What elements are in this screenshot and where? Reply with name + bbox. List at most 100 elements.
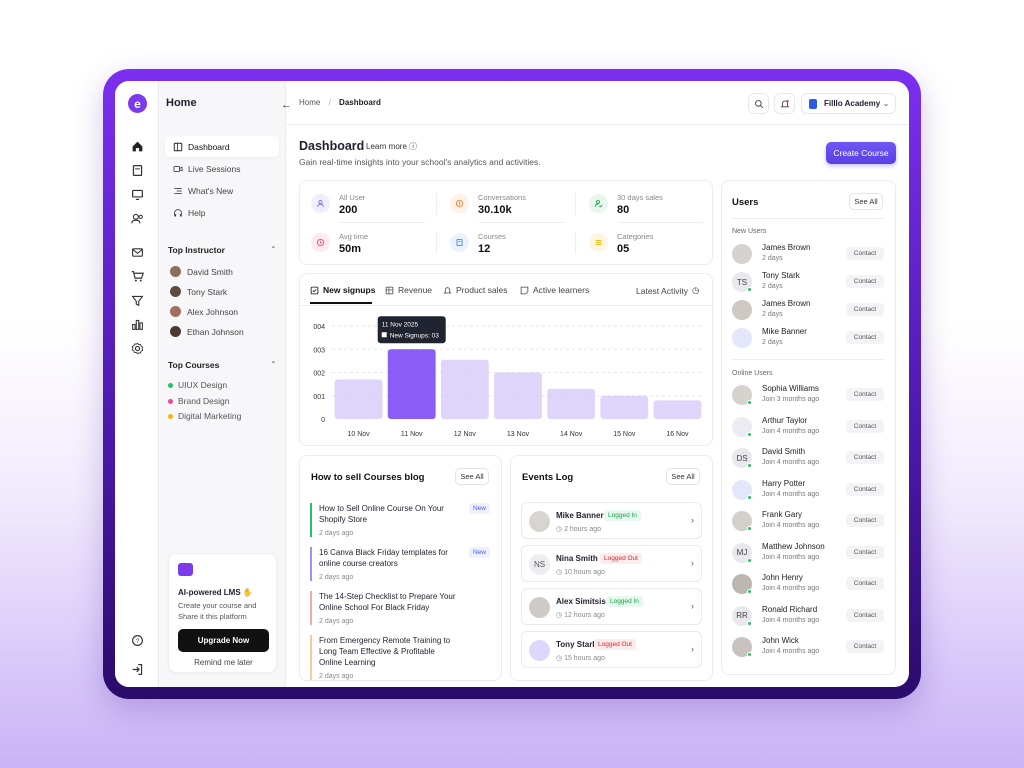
filter-icon[interactable] (129, 292, 145, 308)
chart-bar[interactable] (494, 372, 542, 420)
breadcrumb-home[interactable]: Home (299, 98, 320, 107)
user-check-icon (589, 194, 608, 213)
remind-later-link[interactable]: Remind me later (169, 658, 278, 667)
app-logo[interactable]: e (128, 94, 147, 113)
user-row[interactable]: John Wick Join 4 months ago Contact (732, 635, 884, 661)
contact-button[interactable]: Contact (846, 275, 884, 288)
user-name: John Wick (762, 636, 799, 645)
chart-tooltip: 11 Nov 2025 New Signups: 03 (377, 316, 446, 344)
user-row[interactable]: Arthur Taylor Join 4 months ago Contact (732, 415, 884, 441)
user-row[interactable]: James Brown 2 days Contact (732, 298, 884, 324)
mail-icon[interactable] (129, 244, 145, 260)
note-icon (520, 286, 529, 294)
users-icon[interactable] (129, 210, 145, 226)
chart-bar[interactable] (440, 359, 489, 419)
contact-button[interactable]: Contact (846, 331, 884, 344)
nav-item-live-sessions[interactable]: Live Sessions (165, 158, 279, 179)
event-item[interactable]: NS Nina Smith Logged Out ◷ 10 hours ago … (521, 545, 702, 582)
learn-more-link[interactable]: Learn more ⓘ (366, 141, 417, 152)
signups-chart-card: New signups Revenue Product sales Active… (299, 273, 713, 446)
nav-item-dashboard[interactable]: Dashboard (165, 136, 279, 157)
contact-button[interactable]: Contact (846, 514, 884, 527)
chart-bar[interactable] (600, 395, 649, 419)
event-item[interactable]: Mike Banner Logged In ◷ 2 hours ago › (521, 502, 702, 539)
event-item[interactable]: Tony Stark Logged Out ◷ 15 hours ago › (521, 631, 702, 668)
logout-icon[interactable] (129, 661, 145, 677)
user-row[interactable]: TS Tony Stark 2 days Contact (732, 270, 884, 296)
contact-button[interactable]: Contact (846, 247, 884, 260)
status-badge: Logged Out (600, 553, 642, 564)
bar-chart-icon[interactable] (129, 316, 145, 332)
chevron-right-icon: › (691, 558, 694, 568)
user-row[interactable]: MJ Matthew Johnson Join 4 months ago Contac… (732, 541, 884, 567)
chart-bar[interactable] (547, 388, 596, 419)
cart-icon[interactable] (129, 268, 145, 284)
instructor-name: Alex Johnson (187, 306, 239, 317)
nav-item-whats-new[interactable]: What's New (165, 180, 279, 201)
tab-new-signups[interactable]: New signups (310, 285, 375, 295)
book-icon (450, 233, 469, 252)
help-icon[interactable]: ? (129, 632, 145, 648)
contact-button[interactable]: Contact (846, 451, 884, 464)
instructor-item[interactable]: Ethan Johnson (170, 326, 244, 337)
contact-button[interactable]: Contact (846, 419, 884, 433)
chart-bar[interactable] (334, 379, 383, 419)
blog-see-all-button[interactable]: See All (455, 468, 489, 485)
create-course-button[interactable]: Create Course (826, 142, 896, 164)
contact-button[interactable]: Contact (846, 608, 884, 622)
tab-revenue[interactable]: Revenue (385, 285, 432, 295)
user-row[interactable]: John Henry Join 4 months ago Contact (732, 572, 884, 598)
nav-item-help[interactable]: Help (165, 202, 279, 223)
blog-post[interactable]: How to Sell Online Course On Your Shopif… (310, 503, 490, 537)
chevron-up-icon[interactable]: ⌃ (270, 360, 277, 369)
contact-button[interactable]: Contact (846, 482, 884, 496)
settings-icon[interactable] (129, 340, 145, 356)
blog-post-date: 2 days ago (319, 673, 354, 680)
user-subtext: Join 4 months ago (762, 427, 820, 435)
user-row[interactable]: James Brown 2 days Contact (732, 242, 884, 268)
user-row[interactable]: DS David Smith Join 4 months ago Contact (732, 446, 884, 472)
instructor-item[interactable]: Alex Johnson (170, 306, 238, 317)
blog-post[interactable]: From Emergency Remote Training to Long T… (310, 635, 490, 680)
user-subtext: Join 4 months ago (762, 553, 820, 561)
status-badge: Logged Out (594, 639, 636, 650)
contact-button[interactable]: Contact (846, 388, 884, 401)
monitor-icon[interactable] (129, 186, 145, 202)
event-item[interactable]: Alex Simitsis Logged In ◷ 12 hours ago › (521, 588, 702, 625)
events-title: Events Log (522, 472, 574, 483)
chart-bar[interactable] (387, 349, 436, 419)
user-row[interactable]: RR Ronald Richard Join 4 months ago Contact (732, 604, 884, 630)
chevron-up-icon[interactable]: ⌃ (270, 245, 277, 254)
user-row[interactable]: Sophia Williams Join 3 months ago Contact (732, 383, 884, 409)
notification-button[interactable] (774, 93, 795, 114)
search-button[interactable] (748, 93, 769, 114)
course-item[interactable]: UIUX Design (168, 380, 227, 390)
instructor-item[interactable]: Tony Stark (170, 286, 227, 297)
latest-activity-dropdown[interactable]: Latest Activity ◷ (636, 285, 699, 296)
contact-button[interactable]: Contact (846, 577, 884, 590)
events-see-all-button[interactable]: See All (666, 468, 700, 485)
user-name: Tony Stark (762, 271, 800, 280)
user-row[interactable]: Mike Banner 2 days Contact (732, 326, 884, 352)
instructor-item[interactable]: David Smith (170, 266, 233, 277)
users-see-all-button[interactable]: See All (849, 193, 883, 210)
course-item[interactable]: Digital Marketing (168, 411, 241, 421)
tab-label: Product sales (456, 285, 508, 295)
tab-product-sales[interactable]: Product sales (443, 285, 508, 295)
course-item[interactable]: Brand Design (168, 396, 230, 406)
upgrade-now-button[interactable]: Upgrade Now (178, 629, 269, 652)
contact-button[interactable]: Contact (846, 545, 884, 559)
home-icon[interactable] (129, 138, 145, 154)
contact-button[interactable]: Contact (846, 303, 884, 316)
blog-post[interactable]: 16 Canva Black Friday templates for onli… (310, 547, 490, 581)
tab-active-learners[interactable]: Active learners (520, 285, 589, 295)
user-row[interactable]: Harry Potter Join 4 months ago Contact (732, 478, 884, 504)
account-switcher[interactable]: Filllo Academy ⌄ (801, 93, 896, 114)
user-row[interactable]: Frank Gary Join 4 months ago Contact (732, 509, 884, 535)
event-time: ◷ 12 hours ago (556, 611, 605, 619)
blog-post[interactable]: The 14-Step Checklist to Prepare Your On… (310, 591, 490, 625)
user-name: James Brown (762, 299, 811, 308)
chart-bar[interactable] (653, 400, 702, 419)
book-icon[interactable] (129, 162, 145, 178)
contact-button[interactable]: Contact (846, 640, 884, 653)
